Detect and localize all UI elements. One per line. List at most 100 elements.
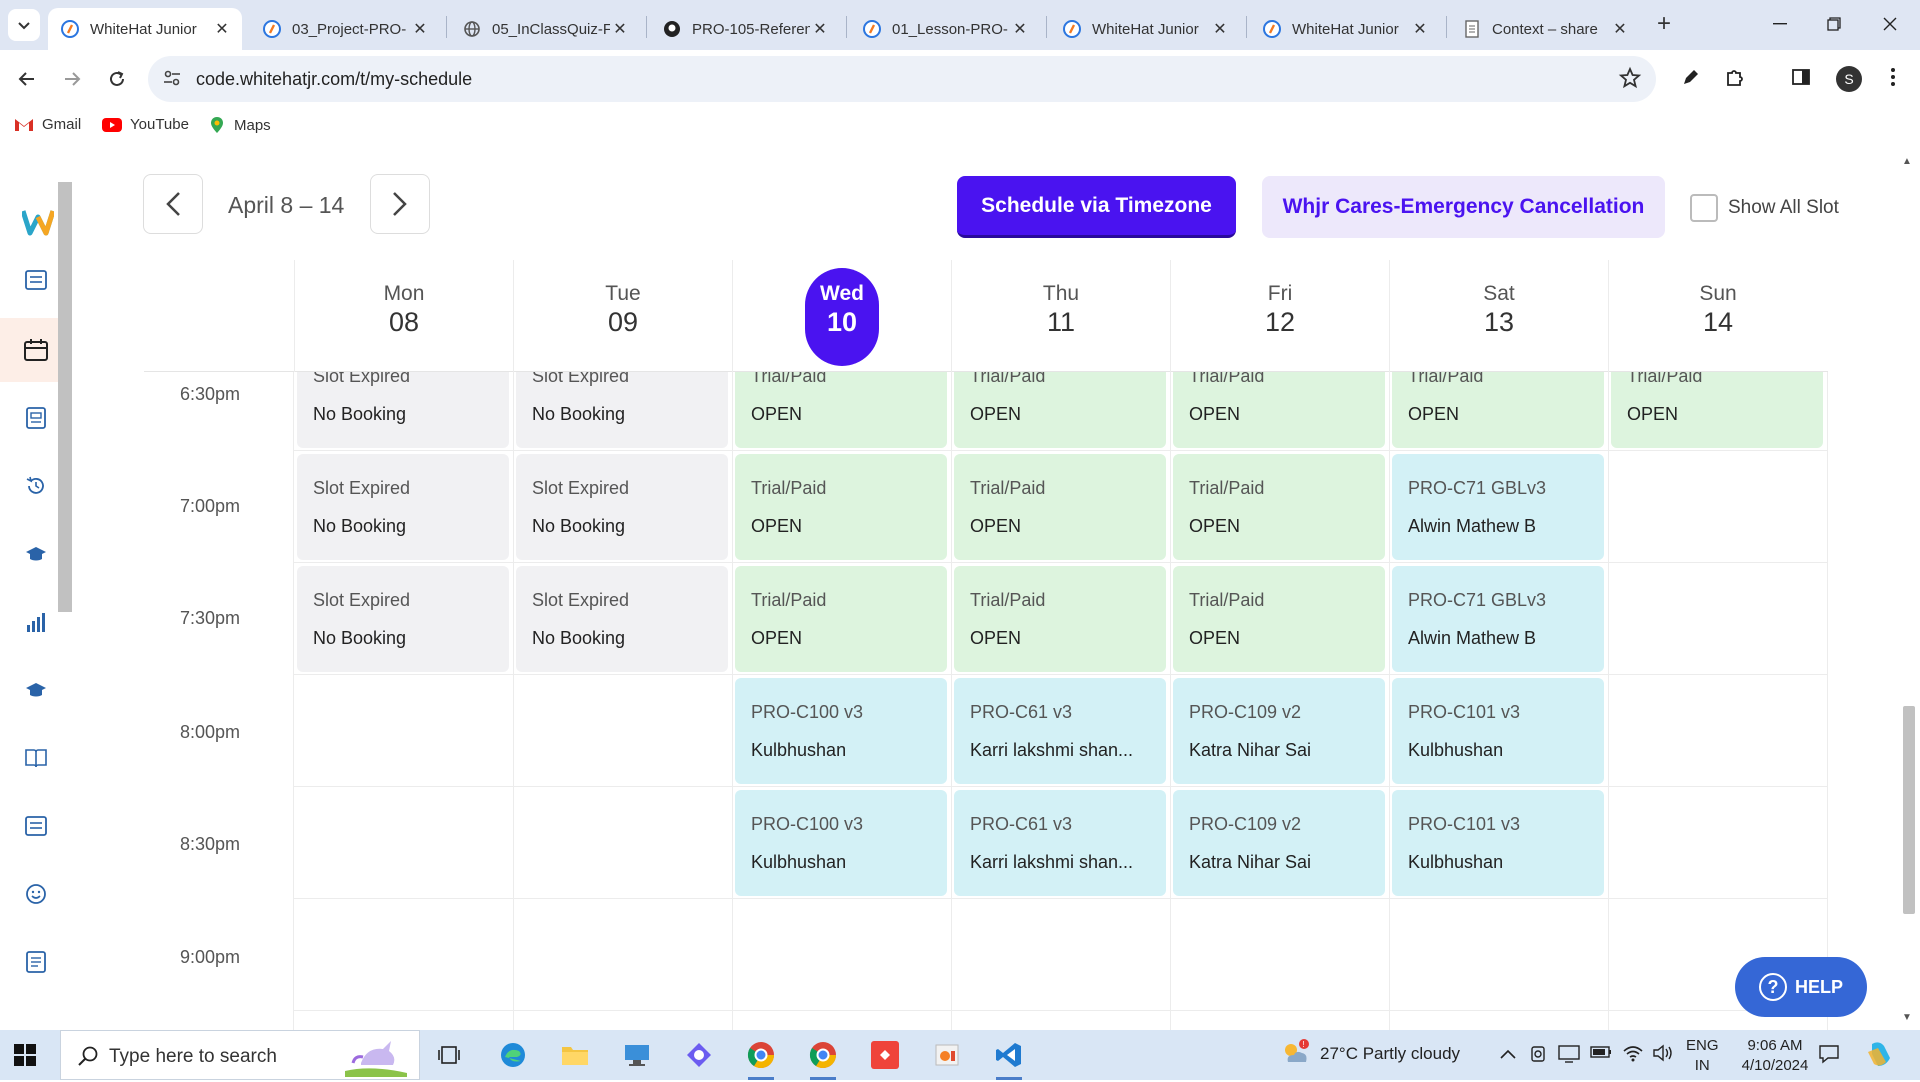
more-vertical-icon[interactable] [1878,62,1908,92]
sidebar-scrollbar[interactable] [58,162,72,1022]
close-icon[interactable]: ✕ [1010,19,1030,39]
windows-start-icon[interactable] [14,1044,36,1066]
show-all-slot-checkbox[interactable] [1690,194,1718,222]
slot-mon-700[interactable]: Slot Expired No Booking [297,454,509,560]
slot-sun-630[interactable]: Trial/Paid OPEN [1611,372,1823,448]
next-week-button[interactable] [370,174,430,234]
presentation-app-icon[interactable] [930,1038,964,1072]
bookmark-youtube[interactable]: YouTube [102,116,189,133]
day-header-thu[interactable]: Thu 11 [951,260,1170,372]
close-icon[interactable]: ✕ [1410,19,1430,39]
slot-wed-630[interactable]: Trial/Paid OPEN [735,372,947,448]
tab-inclassquiz[interactable]: 05_InClassQuiz-F ✕ [450,8,640,50]
slot-tue-630[interactable]: Slot Expired No Booking [516,372,728,448]
chevron-up-icon[interactable] [1500,1044,1516,1064]
slot-fri-700[interactable]: Trial/Paid OPEN [1173,454,1385,560]
slot-thu-630[interactable]: Trial/Paid OPEN [954,372,1166,448]
chrome-profile-m-icon[interactable] [806,1038,840,1080]
weather-text[interactable]: 27°C Partly cloudy [1320,1044,1460,1064]
slot-wed-800[interactable]: PRO-C100 v3 Kulbhushan [735,678,947,784]
minimize-icon[interactable] [1750,0,1810,48]
close-icon[interactable]: ✕ [610,19,630,39]
scrollbar-thumb[interactable] [1903,706,1915,914]
slot-sat-800[interactable]: PRO-C101 v3 Kulbhushan [1392,678,1604,784]
document-icon[interactable] [22,948,50,976]
remote-desktop-icon[interactable] [620,1038,654,1072]
close-icon[interactable]: ✕ [810,19,830,39]
language-indicator[interactable]: ENG IN [1686,1036,1719,1076]
pen-extension-icon[interactable] [1676,62,1706,92]
new-tab-plus-icon[interactable]: + [1649,10,1679,40]
bookmark-maps[interactable]: Maps [208,116,271,134]
edge-icon[interactable] [496,1038,530,1072]
slot-mon-730[interactable]: Slot Expired No Booking [297,566,509,672]
help-button[interactable]: ? HELP [1735,957,1867,1017]
taskbar-search-box[interactable]: Type here to search [60,1030,420,1080]
slot-wed-830[interactable]: PRO-C100 v3 Kulbhushan [735,790,947,896]
back-arrow-icon[interactable] [10,62,44,96]
extensions-puzzle-icon[interactable] [1720,62,1750,92]
copilot-preview-icon[interactable] [1864,1040,1894,1075]
day-header-fri[interactable]: Fri 12 [1170,260,1389,372]
history-icon[interactable] [22,472,50,500]
slot-tue-730[interactable]: Slot Expired No Booking [516,566,728,672]
tab-lesson[interactable]: 01_Lesson-PRO- ✕ [850,8,1040,50]
slot-thu-700[interactable]: Trial/Paid OPEN [954,454,1166,560]
graduation-cap-icon[interactable] [22,676,50,704]
slot-fri-830[interactable]: PRO-C109 v2 Katra Nihar Sai [1173,790,1385,896]
file-explorer-icon[interactable] [558,1038,592,1072]
slot-sat-730[interactable]: PRO-C71 GBLv3 Alwin Mathew B [1392,566,1604,672]
scroll-up-icon[interactable]: ▲ [1902,156,1912,167]
scroll-down-icon[interactable]: ▼ [1902,1012,1912,1023]
bar-chart-icon[interactable] [22,608,50,636]
slot-wed-730[interactable]: Trial/Paid OPEN [735,566,947,672]
slot-tue-700[interactable]: Slot Expired No Booking [516,454,728,560]
book-icon[interactable] [22,744,50,772]
task-view-icon[interactable] [432,1038,466,1072]
anydesk-icon[interactable] [868,1038,902,1072]
volume-icon[interactable] [1652,1044,1674,1067]
tab-search-button[interactable] [8,9,40,41]
page-scrollbar[interactable]: ▲ ▼ [1898,150,1920,1030]
forward-arrow-icon[interactable] [55,62,89,96]
close-icon[interactable]: ✕ [1610,19,1630,39]
chrome-profile-s-icon[interactable] [744,1038,778,1080]
slot-fri-800[interactable]: PRO-C109 v2 Katra Nihar Sai [1173,678,1385,784]
tab-project[interactable]: 03_Project-PRO- ✕ [250,8,440,50]
tab-github-reference[interactable]: PRO-105-Referen ✕ [650,8,840,50]
calendar-icon[interactable] [22,336,50,364]
vscode-icon[interactable] [992,1038,1026,1080]
bookmark-star-icon[interactable] [1618,66,1642,95]
reload-icon[interactable] [100,62,134,96]
meet-now-icon[interactable] [1530,1044,1548,1069]
slot-mon-630[interactable]: Slot Expired No Booking [297,372,509,448]
battery-icon[interactable] [1590,1044,1612,1064]
emergency-cancellation-button[interactable]: Whjr Cares-Emergency Cancellation [1262,176,1665,238]
restore-icon[interactable] [1804,0,1864,48]
dashboard-icon[interactable] [22,266,50,294]
slot-thu-800[interactable]: PRO-C61 v3 Karri lakshmi shan... [954,678,1166,784]
slot-sat-700[interactable]: PRO-C71 GBLv3 Alwin Mathew B [1392,454,1604,560]
side-panel-icon[interactable] [1786,62,1816,92]
profile-avatar[interactable]: S [1836,66,1862,92]
schedule-via-timezone-button[interactable]: Schedule via Timezone [957,176,1236,238]
smiley-icon[interactable] [22,880,50,908]
clock[interactable]: 9:06 AM 4/10/2024 [1730,1036,1820,1076]
close-icon[interactable]: ✕ [410,19,430,39]
wifi-icon[interactable] [1622,1044,1644,1067]
close-window-icon[interactable] [1860,0,1920,48]
slot-thu-830[interactable]: PRO-C61 v3 Karri lakshmi shan... [954,790,1166,896]
slot-thu-730[interactable]: Trial/Paid OPEN [954,566,1166,672]
tab-context-share[interactable]: Context – share ✕ [1450,8,1640,50]
copilot-icon[interactable] [682,1038,716,1072]
day-header-wed-today[interactable]: Wed 10 [732,260,951,372]
report-icon[interactable] [22,404,50,432]
slot-wed-700[interactable]: Trial/Paid OPEN [735,454,947,560]
day-header-sun[interactable]: Sun 14 [1608,260,1827,372]
day-header-mon[interactable]: Mon 08 [294,260,513,372]
graduation-cap-icon[interactable] [22,540,50,568]
site-settings-icon[interactable] [162,68,182,93]
slot-fri-730[interactable]: Trial/Paid OPEN [1173,566,1385,672]
display-icon[interactable] [1558,1044,1580,1069]
address-bar[interactable]: code.whitehatjr.com/t/my-schedule [148,56,1656,102]
